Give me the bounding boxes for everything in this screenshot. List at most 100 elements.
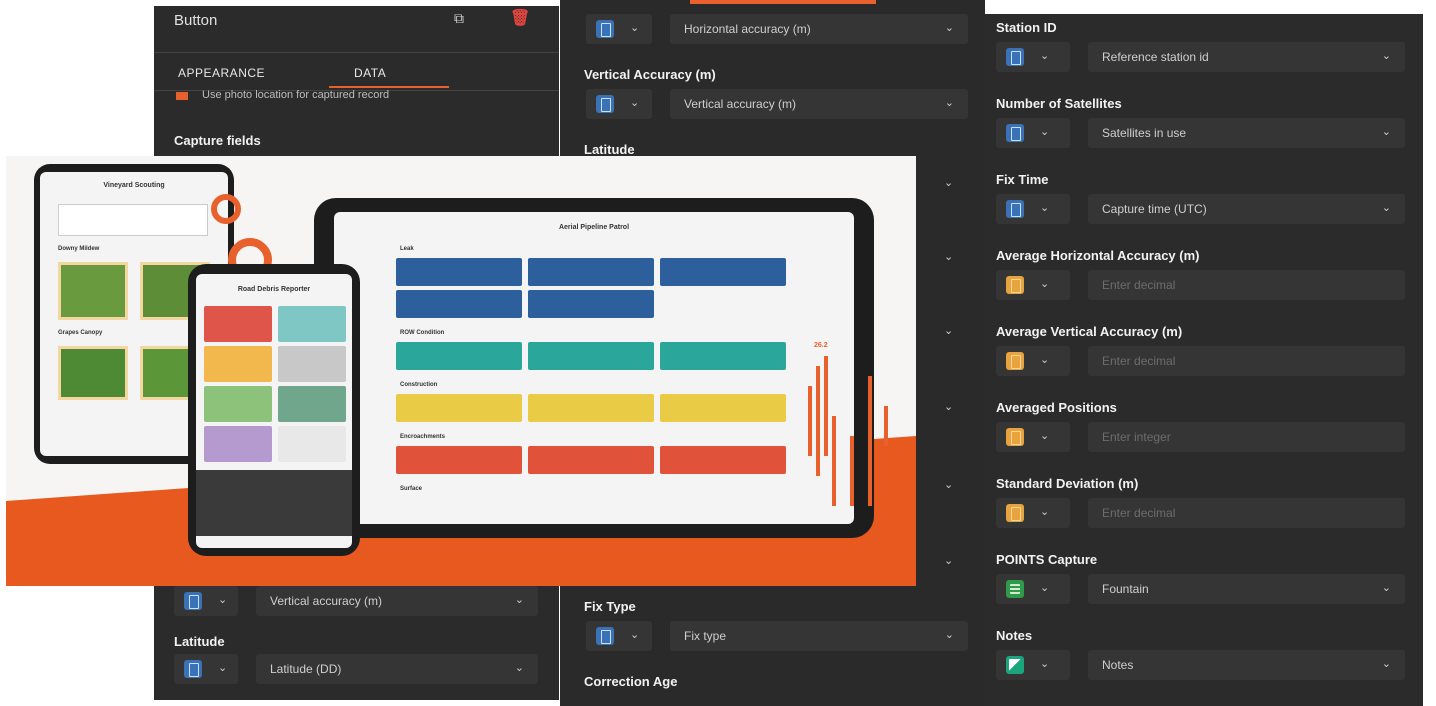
field-source-select[interactable]: Latitude (DD) ⌄: [256, 654, 538, 684]
button-tile: [278, 426, 346, 462]
button-tile: [528, 258, 654, 286]
chevron-down-icon: ⌄: [1040, 278, 1050, 290]
field-label: Standard Deviation (m): [996, 476, 1139, 491]
field-type-button[interactable]: ⌄: [996, 422, 1070, 452]
decor-bar: [884, 406, 888, 446]
field-source-select[interactable]: Horizontal accuracy (m) ⌄: [670, 14, 968, 44]
button-tile: [278, 386, 346, 422]
app-title: Road Debris Reporter: [237, 286, 311, 293]
record-header: [58, 204, 208, 236]
value-input[interactable]: Enter decimal: [1088, 270, 1405, 300]
field-type-button[interactable]: ⌄: [996, 346, 1070, 376]
select-value: Capture time (UTC): [1102, 202, 1207, 216]
field-type-button[interactable]: ⌄: [174, 654, 238, 684]
number-icon: [1006, 352, 1024, 370]
chevron-down-icon: ⌄: [1381, 658, 1391, 670]
device-icon: [596, 627, 614, 645]
field-label: Number of Satellites: [996, 96, 1122, 111]
field-label: Averaged Positions: [996, 400, 1117, 415]
capture-fields-heading: Capture fields: [174, 133, 261, 148]
decor-bar: [816, 366, 820, 476]
chevron-down-icon: ⌄: [630, 629, 640, 641]
field-source-select[interactable]: Reference station id ⌄: [1088, 42, 1405, 72]
active-tab-indicator: [329, 86, 449, 88]
field-source-select[interactable]: Notes ⌄: [1088, 650, 1405, 680]
value-input[interactable]: Enter decimal: [1088, 498, 1405, 528]
field-type-button[interactable]: ⌄: [996, 498, 1070, 528]
input-placeholder: Enter integer: [1102, 430, 1171, 444]
field-type-button[interactable]: ⌄: [996, 194, 1070, 224]
field-source-select[interactable]: Satellites in use ⌄: [1088, 118, 1405, 148]
button-tile: [660, 342, 786, 370]
chevron-down-icon: ⌄: [514, 662, 524, 674]
section-label: Surface: [400, 486, 423, 492]
field-type-button[interactable]: ⌄: [586, 621, 652, 651]
field-row: ⌄ Enter decimal: [996, 498, 1405, 528]
field-label: Average Vertical Accuracy (m): [996, 324, 1183, 339]
field-label: Average Horizontal Accuracy (m): [996, 248, 1200, 263]
button-tile: [204, 346, 272, 382]
field-label: Latitude: [584, 142, 635, 157]
device-icon: [1006, 200, 1024, 218]
checkbox-label: Use photo location for captured record: [202, 89, 390, 101]
delete-icon[interactable]: 🗑: [510, 8, 530, 28]
active-tab-indicator: [690, 0, 876, 4]
chevron-down-icon[interactable]: ⌄: [944, 324, 953, 337]
chevron-down-icon: ⌄: [944, 629, 954, 641]
field-source-select[interactable]: Capture time (UTC) ⌄: [1088, 194, 1405, 224]
select-value: Notes: [1102, 658, 1134, 672]
value-input[interactable]: Enter decimal: [1088, 346, 1405, 376]
chevron-down-icon[interactable]: ⌄: [944, 478, 953, 491]
field-type-button[interactable]: ⌄: [996, 42, 1070, 72]
field-row: ⌄ Vertical accuracy (m) ⌄: [586, 89, 968, 119]
field-row: ⌄ Capture time (UTC) ⌄: [996, 194, 1405, 224]
decor-bar: [868, 376, 872, 506]
photo-tile: [58, 346, 128, 400]
field-row: ⌄ Notes ⌄: [996, 650, 1405, 680]
empty-area: [196, 470, 352, 536]
field-source-select[interactable]: Fountain ⌄: [1088, 574, 1405, 604]
field-type-button[interactable]: ⌄: [996, 574, 1070, 604]
chevron-down-icon: ⌄: [1040, 126, 1050, 138]
panel-title: Button: [174, 12, 218, 29]
value-input[interactable]: Enter integer: [1088, 422, 1405, 452]
input-placeholder: Enter decimal: [1102, 354, 1176, 368]
chevron-down-icon: ⌄: [1381, 202, 1391, 214]
select-value: Latitude (DD): [270, 662, 342, 676]
field-source-select[interactable]: Vertical accuracy (m) ⌄: [670, 89, 968, 119]
section-label: Encroachments: [400, 434, 446, 440]
field-type-button[interactable]: ⌄: [996, 650, 1070, 680]
button-tile: [204, 426, 272, 462]
field-type-button[interactable]: ⌄: [174, 586, 238, 616]
chevron-down-icon[interactable]: ⌄: [944, 250, 953, 263]
field-row: ⌄ Enter integer: [996, 422, 1405, 452]
button-tile: [204, 306, 272, 342]
number-icon: [1006, 504, 1024, 522]
device-icon: [1006, 124, 1024, 142]
field-label: POINTS Capture: [996, 552, 1098, 567]
field-type-button[interactable]: ⌄: [996, 118, 1070, 148]
chevron-down-icon[interactable]: ⌄: [944, 176, 953, 189]
chevron-down-icon: ⌄: [1040, 354, 1050, 366]
field-source-select[interactable]: Vertical accuracy (m) ⌄: [256, 586, 538, 616]
button-tile: [396, 258, 522, 286]
duplicate-icon[interactable]: ⧉: [454, 10, 472, 28]
field-type-button[interactable]: ⌄: [996, 270, 1070, 300]
button-tile: [396, 290, 522, 318]
button-tile: [528, 446, 654, 474]
section-label: Leak: [400, 246, 414, 252]
tab-data[interactable]: DATA: [354, 66, 386, 80]
use-photo-location-checkbox[interactable]: [176, 92, 188, 100]
tab-appearance[interactable]: APPEARANCE: [178, 66, 265, 80]
section-label: Downy Mildew: [58, 246, 100, 252]
chevron-down-icon[interactable]: ⌄: [944, 400, 953, 413]
app-title: Vineyard Scouting: [103, 182, 165, 189]
phone-screen: Road Debris Reporter: [196, 274, 352, 548]
button-tile: [278, 306, 346, 342]
chevron-down-icon[interactable]: ⌄: [944, 554, 953, 567]
field-source-select[interactable]: Fix type ⌄: [670, 621, 968, 651]
field-label: Latitude: [174, 634, 225, 649]
field-type-button[interactable]: ⌄: [586, 89, 652, 119]
field-type-button[interactable]: ⌄: [586, 14, 652, 44]
select-value: Satellites in use: [1102, 126, 1187, 140]
